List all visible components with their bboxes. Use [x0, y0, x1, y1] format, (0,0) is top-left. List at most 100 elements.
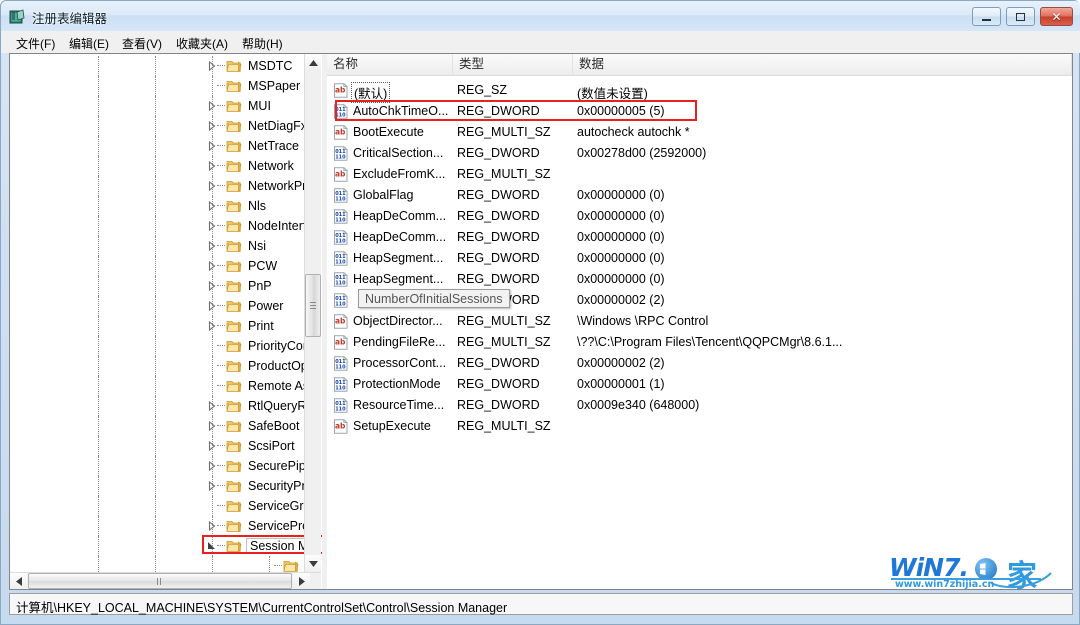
table-row[interactable]: ab PendingFileRe... REG_MULTI_SZ \??\C:\Pro… — [327, 332, 1072, 353]
minimize-button[interactable] — [972, 7, 1001, 26]
column-header-2[interactable]: 数据 — [573, 54, 1072, 75]
tree-item-label[interactable]: NetDiagFx — [246, 119, 304, 133]
tree-item-label[interactable]: PnP — [246, 279, 274, 293]
table-row[interactable]: 011 110 ProcessorCont... REG_DWORD 0x0000000… — [327, 353, 1072, 374]
value-name[interactable]: ProcessorCont... — [353, 356, 446, 370]
table-row[interactable]: 011 110 HeapDeComm... REG_DWORD 0x00000000 (… — [327, 227, 1072, 248]
value-name[interactable]: HeapDeComm... — [353, 230, 446, 244]
tree-item-remote-assistance[interactable]: Remote Assistance — [10, 376, 304, 396]
registry-tree[interactable]: MSDTC MSPaper MUI NetDiagFx NetTrace Network N… — [10, 54, 304, 572]
chevron-right-icon[interactable] — [207, 241, 216, 251]
tree-item-label[interactable]: MUI — [246, 99, 273, 113]
table-row[interactable]: 011 110 HeapSegment... REG_DWORD 0x00000000 … — [327, 248, 1072, 269]
table-row[interactable]: ab ExcludeFromK... REG_MULTI_SZ — [327, 164, 1072, 185]
maximize-button[interactable] — [1006, 7, 1035, 26]
tree-item-label[interactable]: Nsi — [246, 239, 268, 253]
chevron-right-icon[interactable] — [207, 281, 216, 291]
tree-item-nsi[interactable]: Nsi — [10, 236, 304, 256]
value-name[interactable]: BootExecute — [353, 125, 424, 139]
value-name[interactable]: GlobalFlag — [353, 188, 413, 202]
tree-item-label[interactable]: RtlQueryRegistryConfig — [246, 399, 304, 413]
tree-item-label[interactable]: Power — [246, 299, 285, 313]
chevron-down-icon[interactable] — [207, 541, 216, 551]
menu-item-0[interactable]: 文件(F) — [11, 34, 60, 53]
chevron-right-icon[interactable] — [207, 201, 216, 211]
table-row[interactable]: ab BootExecute REG_MULTI_SZ autocheck autoc… — [327, 122, 1072, 143]
tree-item-label[interactable]: Remote Assistance — [246, 379, 304, 393]
tree-item-safeboot[interactable]: SafeBoot — [10, 416, 304, 436]
tree-item-session-manager[interactable]: Session Manager — [10, 536, 304, 556]
registry-values-pane[interactable]: 名称 类型 数据 ab (默认) REG_SZ (数值未设置) 011 110 AutoChkT… — [327, 54, 1072, 589]
tree-item-label[interactable]: MSDTC — [246, 59, 294, 73]
tree-item-nettrace[interactable]: NetTrace — [10, 136, 304, 156]
chevron-right-icon[interactable] — [207, 101, 216, 111]
tree-item-label[interactable]: NetworkProvider — [246, 179, 304, 193]
tree-item-label[interactable]: Network — [246, 159, 296, 173]
chevron-right-icon[interactable] — [207, 301, 216, 311]
scroll-up-icon[interactable] — [305, 54, 321, 71]
table-row[interactable]: 011 110 HeapSegment... REG_DWORD 0x00000000 … — [327, 269, 1072, 290]
chevron-right-icon[interactable] — [207, 521, 216, 531]
table-row[interactable]: 011 110 AutoChkTimeO... REG_DWORD 0x00000005… — [327, 101, 1072, 122]
value-name[interactable]: HeapDeComm... — [353, 209, 446, 223]
tree-item-label[interactable]: Nls — [246, 199, 268, 213]
chevron-right-icon[interactable] — [207, 141, 216, 151]
chevron-right-icon[interactable] — [207, 421, 216, 431]
chevron-right-icon[interactable] — [207, 321, 216, 331]
tree-item-label[interactable]: MSPaper — [246, 79, 302, 93]
value-name[interactable]: SetupExecute — [353, 419, 431, 433]
tree-item-network[interactable]: Network — [10, 156, 304, 176]
tree-item-label[interactable]: PriorityControl — [246, 339, 304, 353]
tree-item-netdiagfx[interactable]: NetDiagFx — [10, 116, 304, 136]
table-row[interactable]: 011 110 ResourceTime... REG_DWORD 0x0009e340… — [327, 395, 1072, 416]
tree-item-scsiport[interactable]: ScsiPort — [10, 436, 304, 456]
tree-item-msdtc[interactable]: MSDTC — [10, 56, 304, 76]
tree-item-label[interactable]: NetTrace — [246, 139, 301, 153]
tree-item-label[interactable]: NodeInterfaces — [246, 219, 304, 233]
tree-item-mui[interactable]: MUI — [10, 96, 304, 116]
tree-item-power[interactable]: Power — [10, 296, 304, 316]
tree-item-pnp[interactable]: PnP — [10, 276, 304, 296]
value-name[interactable]: HeapSegment... — [353, 272, 443, 286]
tree-item-servicegrouporder[interactable]: ServiceGroupOrder — [10, 496, 304, 516]
tree-item-securityproviders[interactable]: SecurityProviders — [10, 476, 304, 496]
tree-item-appcompatcache[interactable]: AppCompatCache — [10, 556, 304, 572]
tree-item-mspaper[interactable]: MSPaper — [10, 76, 304, 96]
column-header-0[interactable]: 名称 — [327, 54, 453, 75]
table-row[interactable]: 011 110 GlobalFlag REG_DWORD 0x00000000 (0) — [327, 185, 1072, 206]
value-name[interactable]: CriticalSection... — [353, 146, 443, 160]
chevron-right-icon[interactable] — [207, 221, 216, 231]
chevron-right-icon[interactable] — [207, 461, 216, 471]
chevron-right-icon[interactable] — [207, 161, 216, 171]
tree-item-prioritycontrol[interactable]: PriorityControl — [10, 336, 304, 356]
chevron-right-icon[interactable] — [207, 481, 216, 491]
registry-tree-pane[interactable]: MSDTC MSPaper MUI NetDiagFx NetTrace Network N… — [10, 54, 322, 589]
value-name[interactable]: HeapSegment... — [353, 251, 443, 265]
tree-item-productoptions[interactable]: ProductOptions — [10, 356, 304, 376]
menu-item-2[interactable]: 查看(V) — [117, 34, 167, 53]
table-row[interactable]: 011 110 CriticalSection... REG_DWORD 0x00278… — [327, 143, 1072, 164]
table-row[interactable]: ab ObjectDirector... REG_MULTI_SZ \Windows … — [327, 311, 1072, 332]
tree-horizontal-scrollbar[interactable] — [10, 572, 321, 589]
menu-item-3[interactable]: 收藏夹(A) — [171, 34, 233, 53]
value-name[interactable]: AutoChkTimeO... — [353, 104, 448, 118]
tree-item-label[interactable]: ServiceGroupOrder — [246, 499, 304, 513]
close-button[interactable]: ✕ — [1040, 7, 1073, 26]
tree-item-pcw[interactable]: PCW — [10, 256, 304, 276]
value-name[interactable]: ResourceTime... — [353, 398, 444, 412]
scroll-right-icon[interactable] — [293, 573, 310, 589]
tree-scrollbar-thumb[interactable] — [305, 274, 321, 337]
tree-item-label[interactable]: Print — [246, 319, 276, 333]
tree-item-label[interactable]: PCW — [246, 259, 279, 273]
scroll-left-icon[interactable] — [10, 573, 27, 589]
tree-item-label[interactable]: ProductOptions — [246, 359, 304, 373]
value-name[interactable]: ExcludeFromK... — [353, 167, 445, 181]
chevron-right-icon[interactable] — [207, 401, 216, 411]
list-column-headers[interactable]: 名称 类型 数据 — [327, 54, 1072, 76]
tree-item-label[interactable]: SafeBoot — [246, 419, 301, 433]
tree-item-label[interactable]: SecurePipeServers — [246, 459, 304, 473]
tree-item-label[interactable]: SecurityProviders — [246, 479, 304, 493]
tree-item-securepipeservers[interactable]: SecurePipeServers — [10, 456, 304, 476]
table-row[interactable]: 011 110 HeapDeComm... REG_DWORD 0x00000000 (… — [327, 206, 1072, 227]
tree-item-serviceprovider[interactable]: ServiceProvider — [10, 516, 304, 536]
